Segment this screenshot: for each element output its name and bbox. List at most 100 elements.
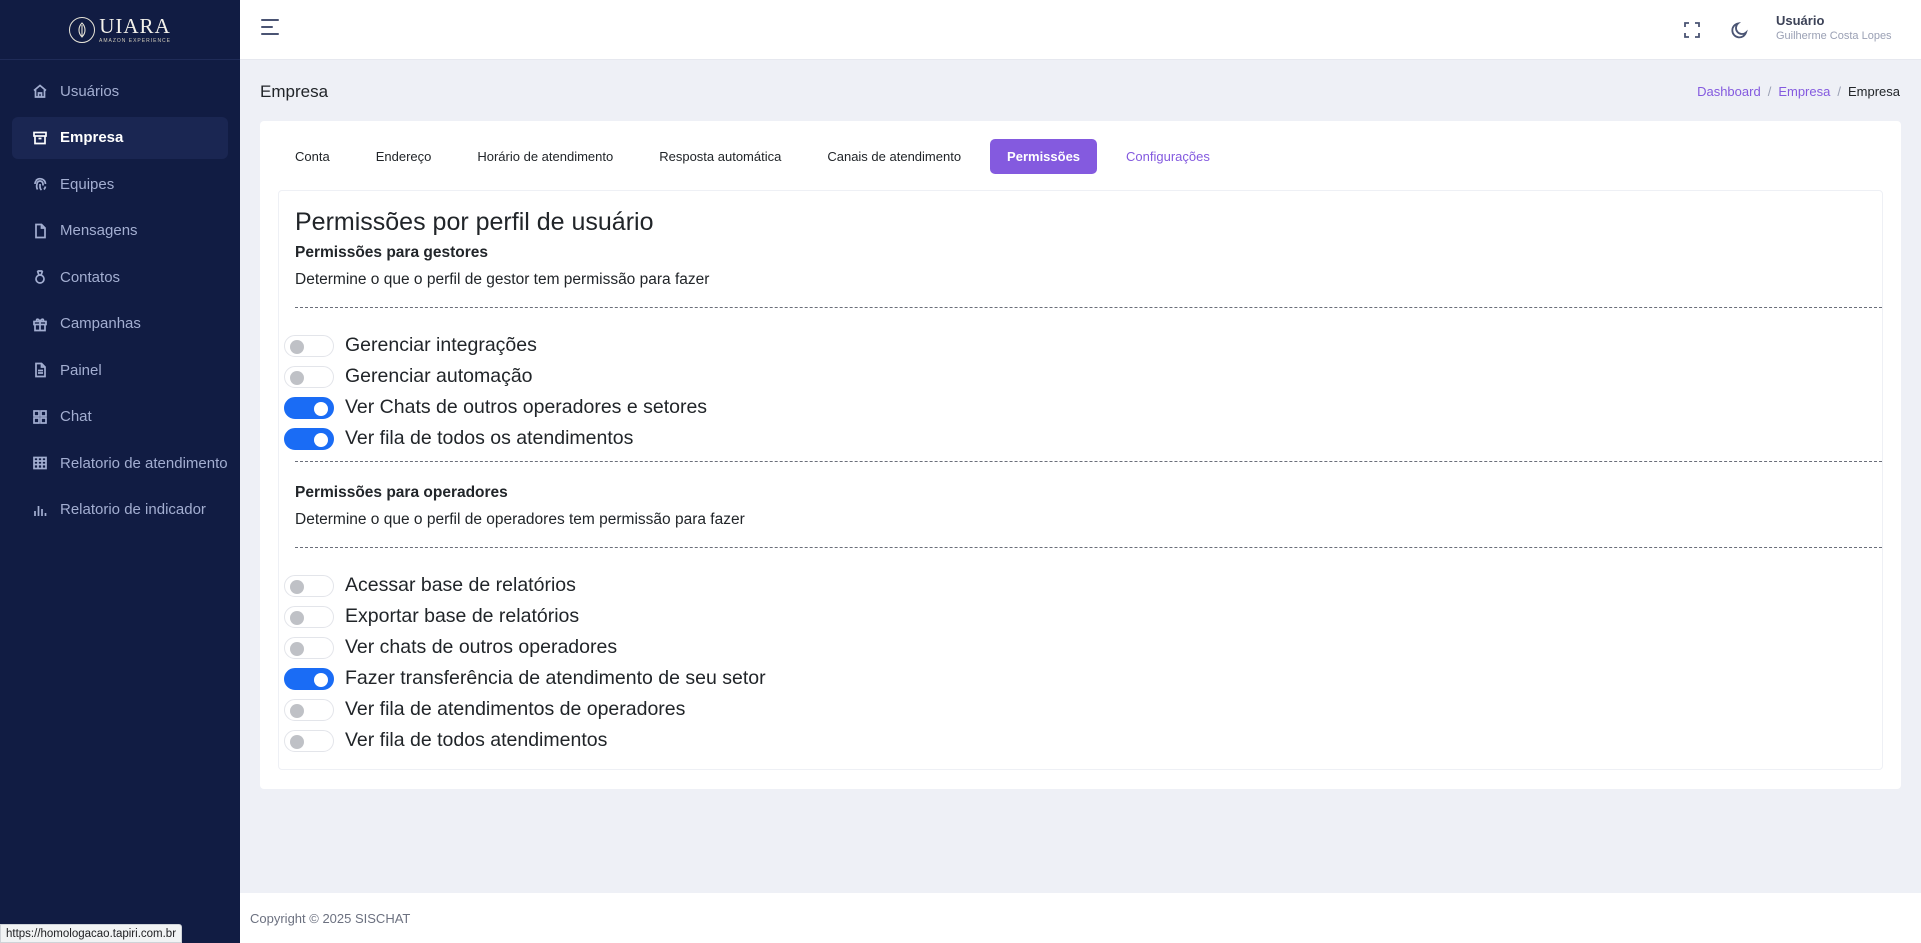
permission-label: Ver chats de outros operadores [345,636,618,658]
moon-icon[interactable] [1730,20,1750,40]
permission-row: Ver fila de atendimentos de operadores [284,694,766,725]
toggle-ver-fila-todos-atendimentos[interactable] [284,729,334,752]
fingerprint-icon [32,176,48,192]
tab-resposta-automatica[interactable]: Resposta automática [642,139,798,174]
tab-configuracoes[interactable]: Configurações [1109,139,1227,174]
permission-label: Ver fila de todos os atendimentos [345,427,634,449]
home-icon [32,83,48,99]
logo-subtext: AMAZON EXPERIENCE [98,37,171,44]
gift-icon [32,316,48,332]
file-icon [32,223,48,239]
permission-label: Exportar base de relatórios [345,605,580,627]
sidebar-item-label: Empresa [60,129,124,146]
toggle-ver-fila-todos-os-atendimentos[interactable] [284,427,334,450]
divider [295,547,1882,548]
divider [295,307,1882,308]
toggle-ver-chats-outros-operadores[interactable] [284,636,334,659]
footer: Copyright © 2025 SISCHAT [240,893,1921,943]
breadcrumb-link-dashboard[interactable]: Dashboard [1697,84,1761,99]
permission-label: Fazer transferência de atendimento de se… [345,667,766,689]
sidebar-item-contatos[interactable]: Contatos [12,256,228,298]
breadcrumb-link-empresa[interactable]: Empresa [1778,84,1830,99]
tab-bar: Conta Endereço Horário de atendimento Re… [278,139,1227,174]
operadores-description: Determine o que o perfil de operadores t… [295,511,745,528]
tab-conta[interactable]: Conta [278,139,347,174]
archive-icon [32,130,48,146]
page-title: Empresa [260,82,329,101]
divider [295,461,1882,462]
gestores-title: Permissões para gestores [295,244,488,261]
breadcrumb-separator: / [1837,84,1841,99]
grid-icon [32,409,48,425]
logo-leaf-icon [68,16,95,43]
app-logo[interactable]: UIARA AMAZON EXPERIENCE [0,0,240,60]
sidebar-item-campanhas[interactable]: Campanhas [12,303,228,345]
permission-label: Gerenciar automação [345,365,533,387]
toggle-ver-fila-atendimentos-operadores[interactable] [284,698,334,721]
breadcrumb-current: Empresa [1847,84,1900,99]
sidebar-item-empresa[interactable]: Empresa [12,116,228,159]
permission-row: Ver chats de outros operadores [284,632,766,663]
toggle-exportar-base-relatorios[interactable] [284,605,334,628]
sidebar-item-label: Relatorio de indicador [60,501,206,518]
permissions-panel: Permissões por perfil de usuário Permiss… [278,190,1883,770]
menu-icon[interactable] [261,19,281,39]
gestores-permission-list: Gerenciar integrações Gerenciar automaçã… [284,330,707,454]
permission-label: Gerenciar integrações [345,334,537,356]
operadores-title: Permissões para operadores [295,484,508,501]
sidebar-item-label: Mensagens [60,222,138,239]
gestores-description: Determine o que o perfil de gestor tem p… [295,271,710,288]
permission-row: Gerenciar automação [284,361,707,392]
permission-row: Ver Chats de outros operadores e setores [284,392,707,423]
copyright-text: Copyright © 2025 SISCHAT [250,911,411,926]
tab-endereco[interactable]: Endereço [359,139,449,174]
fullscreen-icon[interactable] [1682,20,1702,40]
medal-icon [32,269,48,285]
toggle-gerenciar-integracoes[interactable] [284,334,334,357]
sidebar-item-label: Usuários [60,82,120,100]
toggle-ver-chats-outros-operadores-setores[interactable] [284,396,334,419]
permission-row: Ver fila de todos atendimentos [284,725,766,756]
permission-row: Gerenciar integrações [284,330,707,361]
sidebar-item-painel[interactable]: Painel [12,349,228,391]
breadcrumb-separator: / [1767,84,1772,99]
tab-horario-atendimento[interactable]: Horário de atendimento [460,139,630,174]
sidebar-nav: Usuários Empresa Equipes Mensagens Conta… [0,60,240,531]
sidebar-item-label: Chat [60,408,92,425]
sidebar-item-label: Painel [60,361,102,379]
breadcrumb: Dashboard / Empresa / Empresa [1697,84,1900,99]
sidebar-item-equipes[interactable]: Equipes [12,163,228,205]
sidebar-item-label: Relatorio de atendimento [60,454,228,472]
permission-row: Acessar base de relatórios [284,570,766,601]
bar-chart-icon [32,502,48,518]
sidebar-item-chat[interactable]: Chat [12,396,228,438]
tab-canais-atendimento[interactable]: Canais de atendimento [810,139,978,174]
toggle-acessar-base-relatorios[interactable] [284,574,334,597]
sidebar-item-relatorio-atendimento[interactable]: Relatorio de atendimento [12,442,228,484]
user-profile[interactable]: Usuário Guilherme Costa Lopes [1776,14,1892,42]
toggle-gerenciar-automacao[interactable] [284,365,334,388]
permission-row: Ver fila de todos os atendimentos [284,423,707,454]
sidebar-item-label: Campanhas [60,315,141,332]
sidebar-item-usuarios[interactable]: Usuários [12,70,228,112]
settings-card: Conta Endereço Horário de atendimento Re… [260,121,1901,789]
permission-row: Fazer transferência de atendimento de se… [284,663,766,694]
top-header: Usuário Guilherme Costa Lopes [240,0,1921,60]
sidebar-item-label: Equipes [60,175,115,193]
status-bar-url: https://homologacao.tapiri.com.br [0,924,183,943]
permission-row: Exportar base de relatórios [284,601,766,632]
sidebar: UIARA AMAZON EXPERIENCE Usuários Empresa… [0,0,240,943]
toggle-fazer-transferencia-atendimento[interactable] [284,667,334,690]
logo-text: UIARA [99,13,171,38]
table-icon [32,455,48,471]
tab-permissoes[interactable]: Permissões [990,139,1098,174]
permissions-title: Permissões por perfil de usuário [295,208,654,236]
permission-label: Ver fila de atendimentos de operadores [345,698,686,720]
permission-label: Acessar base de relatórios [345,574,576,596]
file-text-icon [32,362,48,378]
sidebar-item-mensagens[interactable]: Mensagens [12,210,228,252]
permission-label: Ver fila de todos atendimentos [345,729,608,751]
user-title: Usuário [1776,13,1825,28]
operadores-permission-list: Acessar base de relatórios Exportar base… [284,570,766,756]
sidebar-item-relatorio-indicador[interactable]: Relatorio de indicador [12,489,228,531]
